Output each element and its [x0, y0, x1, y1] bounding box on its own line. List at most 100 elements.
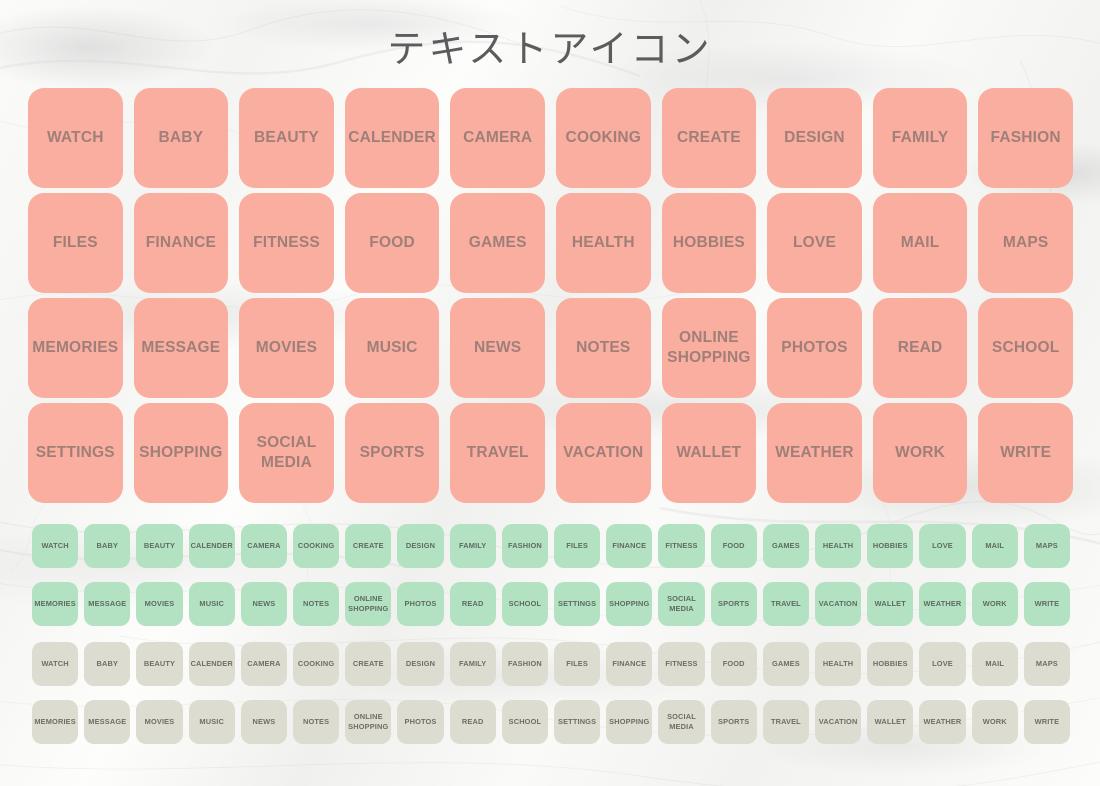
- icon-tile[interactable]: NOTES: [555, 298, 651, 398]
- icon-tile[interactable]: CAMERA: [240, 524, 287, 568]
- icon-tile[interactable]: PHOTOS: [397, 582, 444, 626]
- icon-tile[interactable]: FITNESS: [658, 642, 705, 686]
- icon-tile[interactable]: FOOD: [344, 193, 440, 293]
- icon-tile[interactable]: MOVIES: [239, 298, 334, 398]
- icon-tile[interactable]: MEMORIES: [32, 582, 79, 626]
- icon-tile[interactable]: BEAUTY: [239, 88, 334, 188]
- icon-tile[interactable]: SHOPPING: [133, 403, 229, 503]
- icon-tile[interactable]: MESSAGE: [84, 582, 131, 626]
- icon-tile[interactable]: SETTINGS: [554, 582, 601, 626]
- icon-tile[interactable]: SCHOOL: [501, 582, 548, 626]
- icon-tile[interactable]: BABY: [84, 642, 131, 686]
- icon-tile[interactable]: FAMILY: [449, 524, 496, 568]
- icon-tile[interactable]: LOVE: [919, 642, 966, 686]
- icon-tile[interactable]: WRITE: [978, 403, 1073, 503]
- icon-tile[interactable]: WRITE: [1023, 700, 1070, 744]
- icon-tile[interactable]: TRAVEL: [450, 403, 545, 503]
- icon-tile[interactable]: FASHION: [978, 88, 1073, 188]
- icon-tile[interactable]: TRAVEL: [762, 700, 809, 744]
- icon-tile[interactable]: MESSAGE: [84, 700, 131, 744]
- icon-tile[interactable]: HOBBIES: [661, 193, 757, 293]
- icon-tile[interactable]: ONLINE SHOPPING: [345, 700, 392, 744]
- icon-tile[interactable]: SPORTS: [710, 700, 757, 744]
- icon-tile[interactable]: DESIGN: [767, 88, 862, 188]
- icon-tile[interactable]: SOCIAL MEDIA: [658, 700, 705, 744]
- icon-tile[interactable]: BABY: [84, 524, 131, 568]
- icon-tile[interactable]: VACATION: [815, 582, 862, 626]
- icon-tile[interactable]: GAMES: [450, 193, 545, 293]
- icon-tile[interactable]: BEAUTY: [136, 642, 183, 686]
- icon-tile[interactable]: HOBBIES: [867, 524, 914, 568]
- icon-tile[interactable]: BABY: [133, 88, 229, 188]
- icon-tile[interactable]: WORK: [971, 582, 1018, 626]
- icon-tile[interactable]: FASHION: [501, 642, 548, 686]
- icon-tile[interactable]: FOOD: [710, 524, 757, 568]
- icon-tile[interactable]: MAPS: [1023, 642, 1070, 686]
- icon-tile[interactable]: SPORTS: [710, 582, 757, 626]
- icon-tile[interactable]: HEALTH: [555, 193, 651, 293]
- icon-tile[interactable]: GAMES: [762, 642, 809, 686]
- icon-tile[interactable]: WALLET: [867, 582, 914, 626]
- icon-tile[interactable]: WALLET: [867, 700, 914, 744]
- icon-tile[interactable]: WEATHER: [919, 582, 966, 626]
- icon-tile[interactable]: SETTINGS: [554, 700, 601, 744]
- icon-tile[interactable]: NOTES: [293, 700, 340, 744]
- icon-tile[interactable]: MEMORIES: [32, 700, 79, 744]
- icon-tile[interactable]: BEAUTY: [136, 524, 183, 568]
- icon-tile[interactable]: MAPS: [1023, 524, 1070, 568]
- icon-tile[interactable]: SOCIAL MEDIA: [658, 582, 705, 626]
- icon-tile[interactable]: MUSIC: [188, 582, 235, 626]
- icon-tile[interactable]: READ: [449, 582, 496, 626]
- icon-tile[interactable]: NOTES: [293, 582, 340, 626]
- icon-tile[interactable]: FAMILY: [449, 642, 496, 686]
- icon-tile[interactable]: GAMES: [762, 524, 809, 568]
- icon-tile[interactable]: MUSIC: [188, 700, 235, 744]
- icon-tile[interactable]: DESIGN: [397, 524, 444, 568]
- icon-tile[interactable]: CAMERA: [240, 642, 287, 686]
- icon-tile[interactable]: CAMERA: [450, 88, 545, 188]
- icon-tile[interactable]: VACATION: [815, 700, 862, 744]
- icon-tile[interactable]: MOVIES: [136, 582, 183, 626]
- icon-tile[interactable]: CALENDER: [188, 524, 235, 568]
- icon-tile[interactable]: FILES: [554, 642, 601, 686]
- icon-tile[interactable]: FINANCE: [606, 642, 653, 686]
- icon-tile[interactable]: SHOPPING: [606, 582, 653, 626]
- icon-tile[interactable]: HOBBIES: [867, 642, 914, 686]
- icon-tile[interactable]: MESSAGE: [133, 298, 229, 398]
- icon-tile[interactable]: FINANCE: [606, 524, 653, 568]
- icon-tile[interactable]: FAMILY: [872, 88, 968, 188]
- icon-tile[interactable]: CALENDER: [344, 88, 440, 188]
- icon-tile[interactable]: TRAVEL: [762, 582, 809, 626]
- icon-tile[interactable]: NEWS: [240, 700, 287, 744]
- icon-tile[interactable]: MOVIES: [136, 700, 183, 744]
- icon-tile[interactable]: WATCH: [32, 642, 79, 686]
- icon-tile[interactable]: WORK: [971, 700, 1018, 744]
- icon-tile[interactable]: ONLINE SHOPPING: [345, 582, 392, 626]
- icon-tile[interactable]: CREATE: [661, 88, 757, 188]
- icon-tile[interactable]: FITNESS: [658, 524, 705, 568]
- icon-tile[interactable]: ONLINE SHOPPING: [661, 298, 757, 398]
- icon-tile[interactable]: CREATE: [345, 642, 392, 686]
- icon-tile[interactable]: MAPS: [978, 193, 1073, 293]
- icon-tile[interactable]: MEMORIES: [28, 298, 123, 398]
- icon-tile[interactable]: FOOD: [710, 642, 757, 686]
- icon-tile[interactable]: PHOTOS: [767, 298, 862, 398]
- icon-tile[interactable]: CALENDER: [188, 642, 235, 686]
- icon-tile[interactable]: FILES: [554, 524, 601, 568]
- icon-tile[interactable]: SETTINGS: [28, 403, 123, 503]
- icon-tile[interactable]: WATCH: [32, 524, 79, 568]
- icon-tile[interactable]: FILES: [28, 193, 123, 293]
- icon-tile[interactable]: MUSIC: [344, 298, 440, 398]
- icon-tile[interactable]: SPORTS: [344, 403, 440, 503]
- icon-tile[interactable]: LOVE: [919, 524, 966, 568]
- icon-tile[interactable]: FITNESS: [239, 193, 334, 293]
- icon-tile[interactable]: MAIL: [971, 524, 1018, 568]
- icon-tile[interactable]: DESIGN: [397, 642, 444, 686]
- icon-tile[interactable]: WORK: [872, 403, 968, 503]
- icon-tile[interactable]: MAIL: [971, 642, 1018, 686]
- icon-tile[interactable]: FINANCE: [133, 193, 229, 293]
- icon-tile[interactable]: PHOTOS: [397, 700, 444, 744]
- icon-tile[interactable]: SCHOOL: [501, 700, 548, 744]
- icon-tile[interactable]: READ: [449, 700, 496, 744]
- icon-tile[interactable]: COOKING: [293, 524, 340, 568]
